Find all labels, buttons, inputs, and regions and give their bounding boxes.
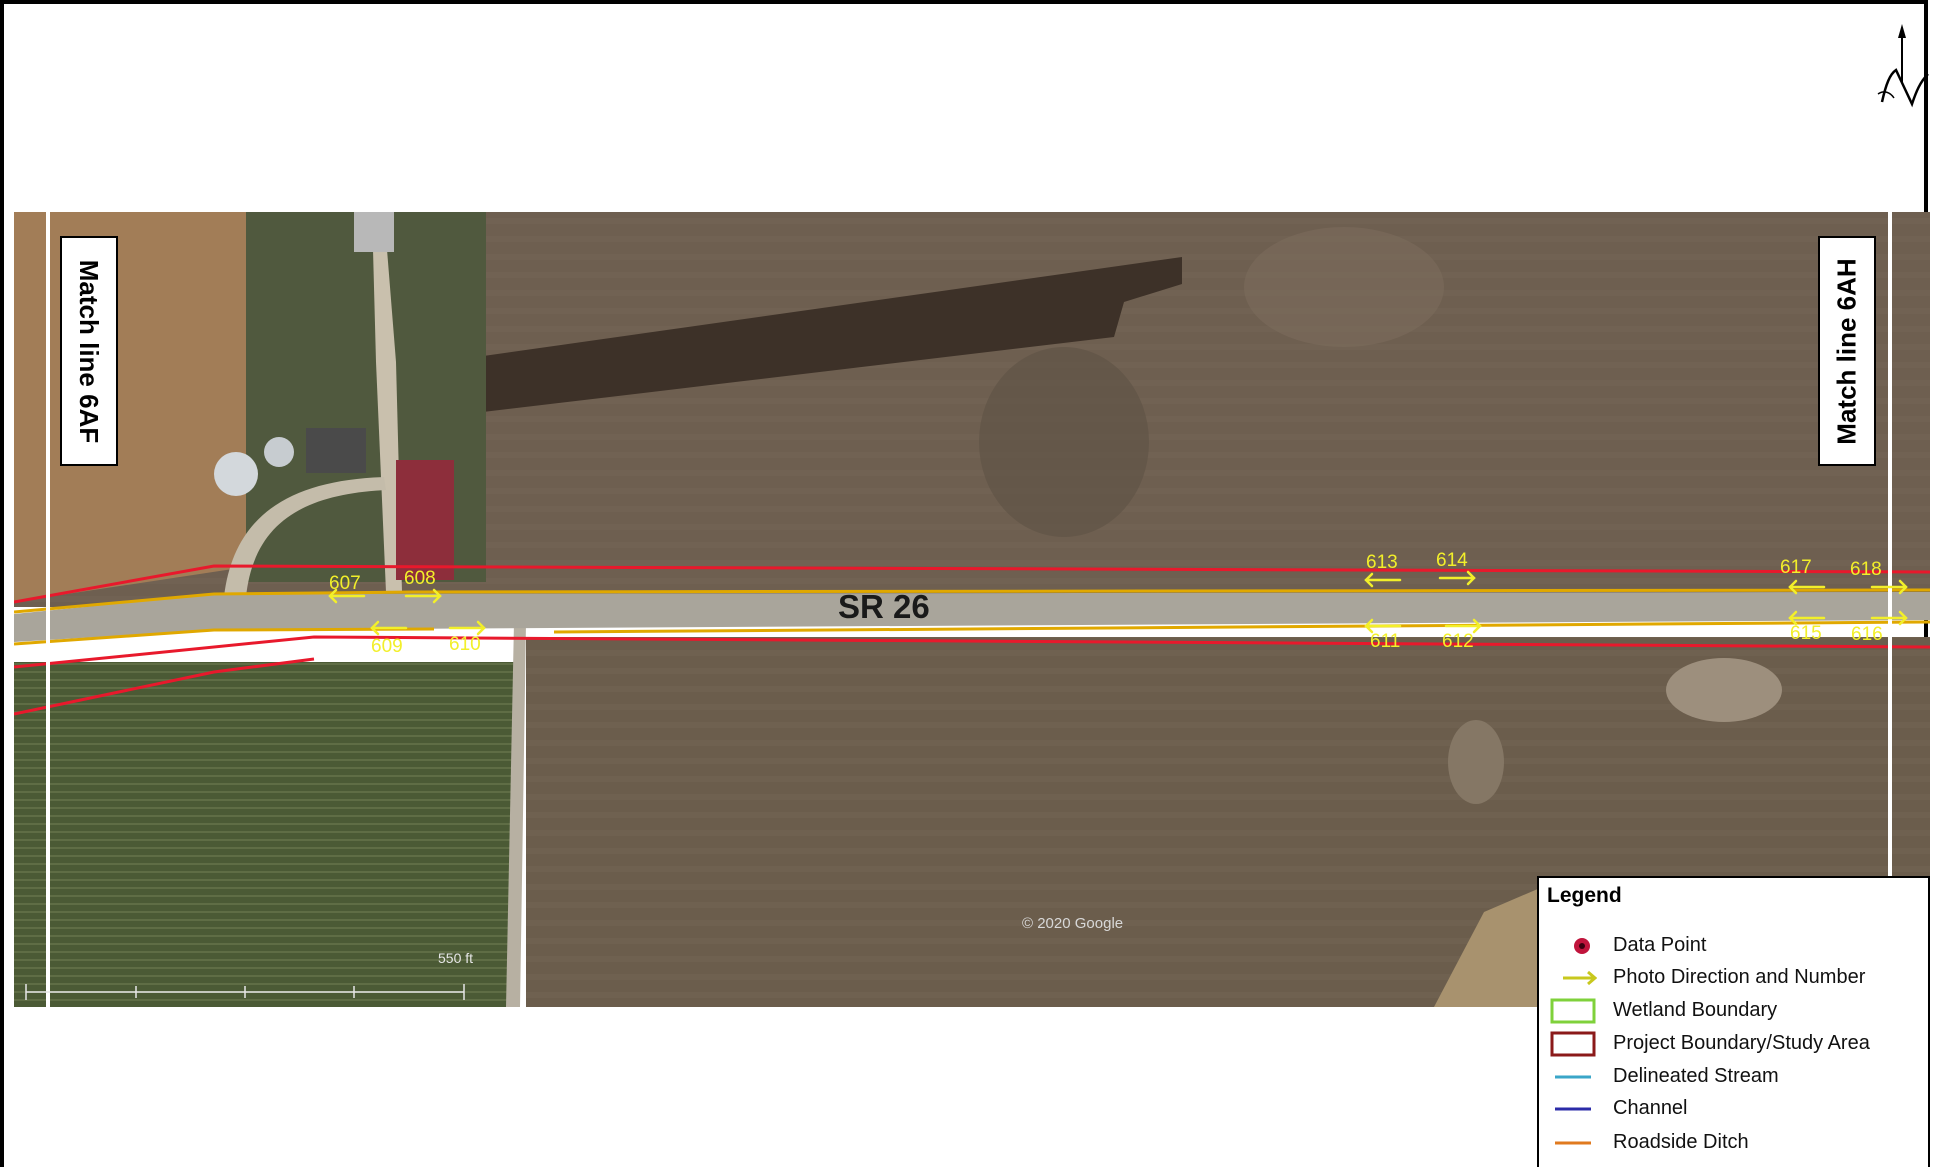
legend-item-roadside-ditch: Roadside Ditch <box>1539 1128 1929 1158</box>
legend-label: Delineated Stream <box>1613 1065 1779 1087</box>
match-line-label-right: Match line 6AH <box>1818 236 1876 466</box>
legend-label: Channel <box>1613 1097 1688 1119</box>
legend-item-delineated-stream: Delineated Stream <box>1539 1062 1929 1092</box>
barn <box>396 460 454 580</box>
photo-number-617: 617 <box>1780 557 1812 578</box>
photo-number-615: 615 <box>1790 623 1822 644</box>
photo-number-608: 608 <box>404 568 436 589</box>
legend-item-project-boundary: Project Boundary/Study Area <box>1539 1029 1929 1059</box>
match-line-label-left: Match line 6AF <box>60 236 118 466</box>
photo-number-607: 607 <box>329 573 361 594</box>
farm-building <box>306 428 366 473</box>
photo-number-612: 612 <box>1442 631 1474 652</box>
map-copyright: © 2020 Google <box>1022 915 1124 932</box>
silo <box>214 452 258 496</box>
channel-line-icon <box>1555 1107 1591 1111</box>
photo-number-611: 611 <box>1370 631 1401 652</box>
wetland-boundary-icon <box>1550 998 1596 1024</box>
soil-patch <box>1244 227 1444 347</box>
project-boundary-icon <box>1550 1031 1596 1057</box>
soil-patch <box>979 347 1149 537</box>
photo-number-610: 610 <box>449 634 481 655</box>
photo-number-618: 618 <box>1850 559 1882 580</box>
legend-label: Wetland Boundary <box>1613 999 1778 1021</box>
legend-item-data-point: Data Point <box>1539 931 1929 961</box>
legend-label: Photo Direction and Number <box>1613 966 1866 988</box>
photo-number-616: 616 <box>1851 624 1883 645</box>
photo-number-609: 609 <box>371 636 403 657</box>
photo-arrow-icon <box>1563 970 1597 986</box>
photo-number-614: 614 <box>1436 550 1468 571</box>
legend-item-wetland-boundary: Wetland Boundary <box>1539 996 1929 1026</box>
soil-patch <box>1448 720 1504 804</box>
stream-line-icon <box>1555 1075 1591 1079</box>
legend-item-photo-direction: Photo Direction and Number <box>1539 963 1929 993</box>
road-label: SR 26 <box>838 588 930 625</box>
scale-label: 550 ft <box>438 950 474 966</box>
silo <box>264 437 294 467</box>
photo-number-613: 613 <box>1366 552 1398 573</box>
data-point-icon <box>1574 938 1590 954</box>
match-line-label-right-text: Match line 6AH <box>1831 257 1862 445</box>
legend-title: Legend <box>1547 884 1622 907</box>
map-legend: Legend Data Point Photo Direction and Nu… <box>1537 876 1930 1167</box>
legend-label: Data Point <box>1613 934 1707 956</box>
legend-label: Roadside Ditch <box>1613 1131 1749 1153</box>
match-line-label-left-text: Match line 6AF <box>74 259 105 443</box>
ditch-line-icon <box>1555 1141 1591 1145</box>
legend-item-channel: Channel <box>1539 1094 1929 1124</box>
highway <box>14 592 1930 642</box>
legend-label: Project Boundary/Study Area <box>1613 1032 1870 1054</box>
farm-building <box>354 212 394 252</box>
north-arrow-icon <box>1877 24 1929 108</box>
soil-patch <box>1666 658 1782 722</box>
